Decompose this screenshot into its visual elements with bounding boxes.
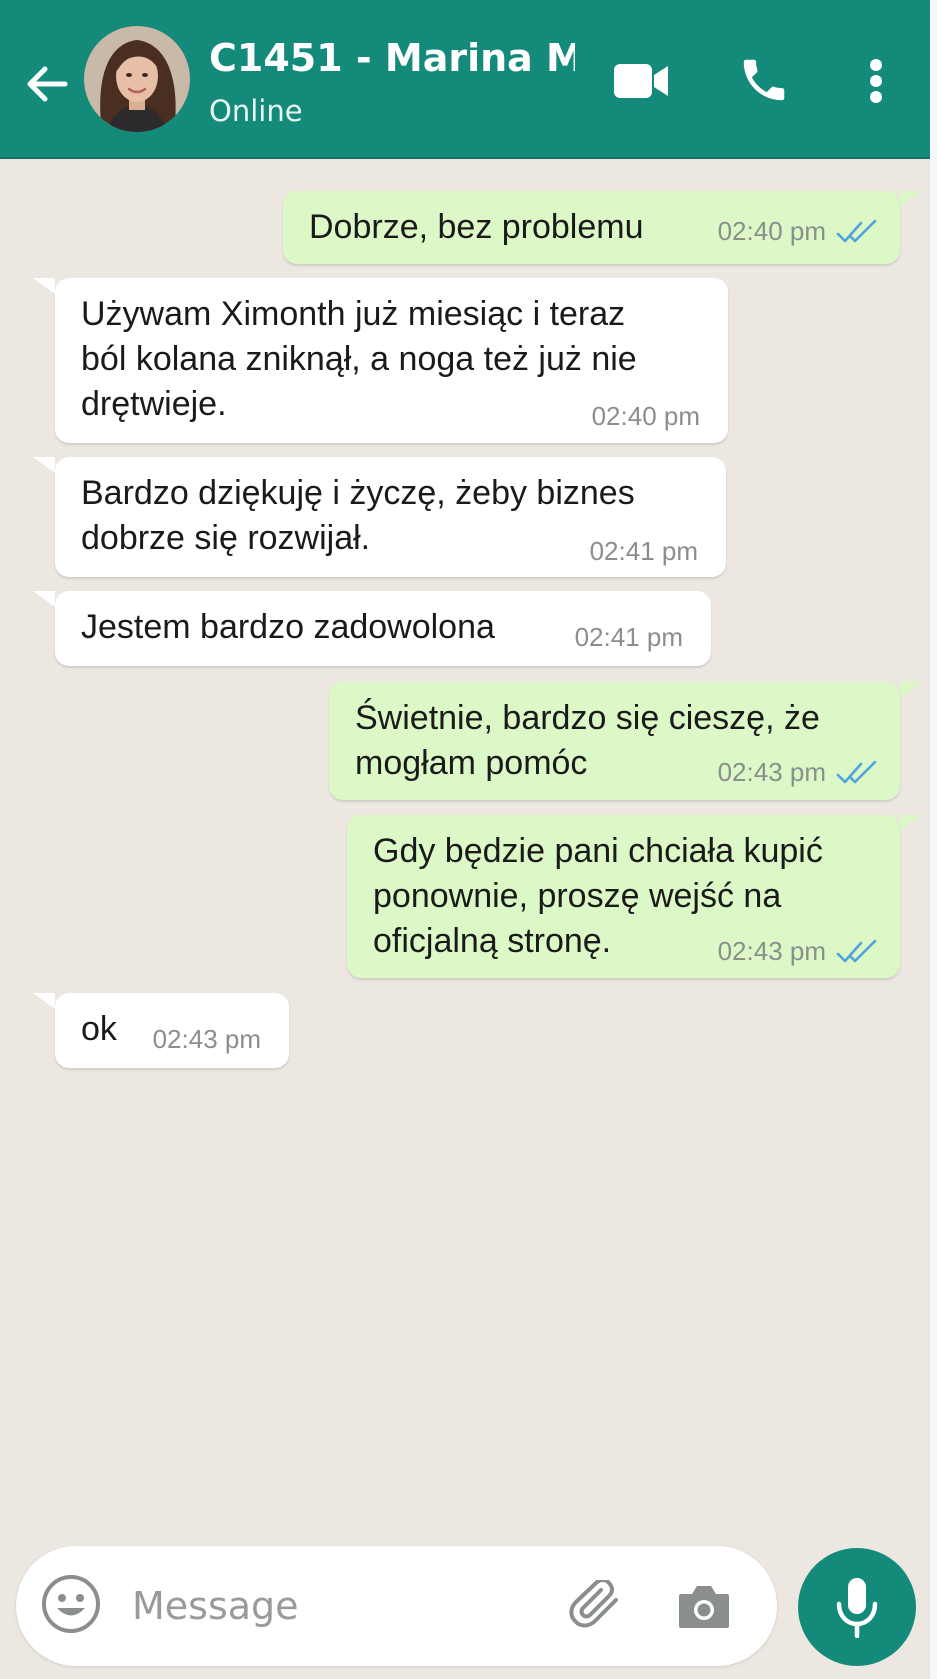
message-meta: 02:43 pm [153, 1017, 261, 1062]
message-bubble-outgoing[interactable]: Dobrze, bez problemu 02:40 pm [283, 191, 900, 264]
bubble-tail [33, 278, 55, 294]
contact-status: Online [209, 94, 303, 128]
message-meta: 02:43 pm [718, 750, 878, 795]
bubble-tail [33, 457, 55, 473]
chat-screen: C1451 - Marina Maya Online Dobrze, bez p… [0, 0, 930, 1679]
bubble-tail [900, 815, 922, 831]
bubble-tail [33, 993, 55, 1009]
message-meta: 02:41 pm [575, 615, 683, 660]
arrow-left-icon [27, 66, 68, 102]
avatar[interactable] [84, 26, 190, 132]
message-bubble-incoming[interactable]: Bardzo dziękuję i życzę, żeby biznes dob… [55, 457, 726, 577]
voice-call-button[interactable] [734, 50, 794, 110]
back-button[interactable] [22, 54, 70, 114]
message-meta: 02:41 pm [590, 529, 698, 574]
message-bubble-incoming[interactable]: Jestem bardzo zadowolona 02:41 pm [55, 591, 711, 666]
phone-icon [743, 59, 785, 101]
message-time: 02:43 pm [717, 757, 826, 787]
camera-icon [679, 1586, 729, 1628]
emoji-icon [42, 1575, 100, 1633]
double-check-icon [836, 219, 878, 244]
emoji-button[interactable] [40, 1573, 102, 1635]
message-bubble-outgoing[interactable]: Świetnie, bardzo się cieszę, że mogłam p… [329, 682, 900, 800]
double-check-icon [836, 939, 878, 964]
message-time: 02:41 pm [574, 622, 683, 652]
video-camera-icon [614, 64, 668, 98]
message-time: 02:40 pm [717, 216, 826, 246]
double-check-icon [836, 760, 878, 785]
message-meta: 02:43 pm [718, 929, 878, 974]
paperclip-icon [569, 1580, 618, 1628]
voice-record-button[interactable] [798, 1548, 916, 1666]
message-time: 02:43 pm [717, 936, 826, 966]
more-vertical-icon [870, 59, 882, 103]
message-input[interactable] [130, 1568, 554, 1644]
message-time: 02:40 pm [591, 401, 700, 431]
camera-button[interactable] [674, 1578, 734, 1634]
attach-button[interactable] [566, 1578, 626, 1634]
more-options-button[interactable] [858, 54, 894, 108]
message-meta: 02:40 pm [718, 209, 878, 254]
bubble-tail [900, 682, 922, 698]
message-bubble-outgoing[interactable]: Gdy będzie pani chciała kupić ponownie, … [347, 815, 900, 978]
screen-edge [930, 0, 937, 1679]
chat-header: C1451 - Marina Maya Online [0, 0, 930, 159]
message-bubble-incoming[interactable]: Używam Ximonth już miesiąc i teraz ból k… [55, 278, 728, 443]
bubble-tail [900, 191, 922, 207]
bubble-tail [33, 591, 55, 607]
contact-name[interactable]: C1451 - Marina Maya [209, 32, 575, 84]
message-time: 02:43 pm [152, 1024, 261, 1054]
microphone-icon [836, 1578, 878, 1638]
message-meta: 02:40 pm [592, 394, 700, 439]
video-call-button[interactable] [610, 56, 672, 106]
message-bubble-incoming[interactable]: ok 02:43 pm [55, 993, 289, 1068]
message-time: 02:41 pm [589, 536, 698, 566]
